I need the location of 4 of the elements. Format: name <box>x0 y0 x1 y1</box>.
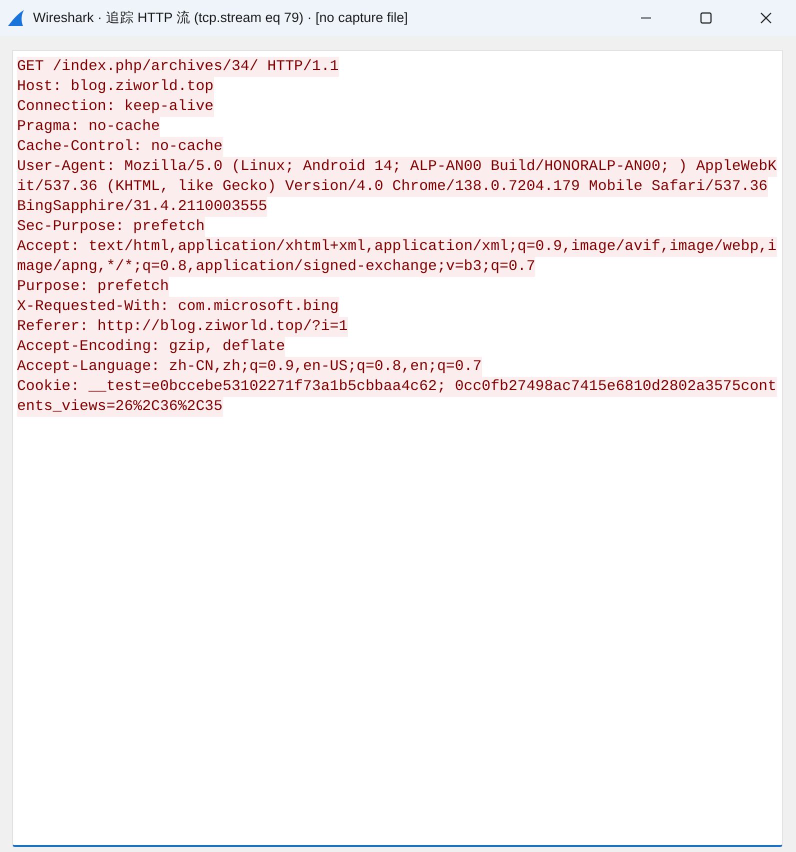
close-icon <box>760 12 772 24</box>
maximize-icon <box>700 12 712 24</box>
window-title: Wireshark · 追踪 HTTP 流 (tcp.stream eq 79) · [no capture file] <box>33 9 409 27</box>
shark-fin-icon <box>7 9 25 27</box>
